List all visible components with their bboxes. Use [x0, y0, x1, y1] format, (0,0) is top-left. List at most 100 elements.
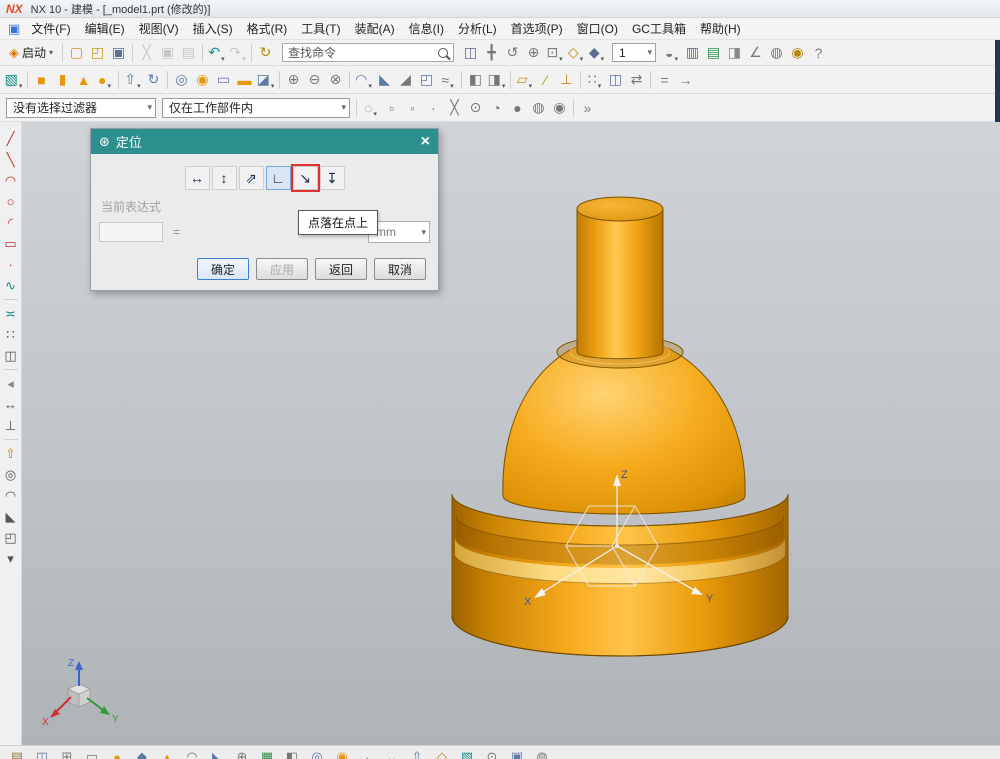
menu-edit[interactable]: 编辑(E)	[78, 18, 132, 39]
menu-format[interactable]: 格式(R)	[240, 18, 295, 39]
dock-icon[interactable]: ▭	[83, 747, 101, 759]
intersect-icon[interactable]: ⊗	[325, 69, 346, 90]
move-object-icon[interactable]: ⇄	[626, 69, 647, 90]
menu-view[interactable]: 视图(V)	[132, 18, 186, 39]
edge-blend-icon[interactable]: ◠ ▾	[353, 69, 374, 90]
search-input[interactable]: 查找命令	[288, 44, 336, 61]
rotate-view-icon[interactable]: ↺	[502, 42, 523, 63]
boss-icon[interactable]: ◉	[192, 69, 213, 90]
start-button[interactable]: ◈ 启动 ▾	[3, 44, 59, 61]
hole-shortcut-icon[interactable]: ◎	[1, 464, 21, 485]
chamfer-shortcut-icon[interactable]: ◣	[1, 506, 21, 527]
model-base-cylinder[interactable]	[451, 493, 789, 657]
dock-icon[interactable]: ▣	[508, 747, 526, 759]
extrude-icon[interactable]: ⇧ ▾	[122, 69, 143, 90]
intersection-point-icon[interactable]: ╳	[444, 97, 465, 118]
sphere-icon[interactable]: ● ▾	[94, 69, 115, 91]
constraint-icon[interactable]: ⊥	[1, 415, 21, 436]
point-on-curve-icon[interactable]: ◍	[528, 97, 549, 118]
dock-icon[interactable]: ⊞	[58, 747, 76, 759]
new-file-icon[interactable]: ▢	[66, 42, 87, 63]
selection-icon[interactable]: ◉	[787, 42, 808, 63]
pattern-curve-icon[interactable]: ∷	[1, 324, 21, 345]
pocket-icon[interactable]: ▭	[213, 69, 234, 90]
spline-icon[interactable]: ∿	[1, 275, 21, 296]
menu-window[interactable]: 窗口(O)	[570, 18, 625, 39]
point-on-point-button[interactable]: ↘	[292, 166, 318, 190]
menu-file[interactable]: 文件(F)	[24, 18, 77, 39]
emboss-icon[interactable]: ◪ ▾	[255, 69, 276, 90]
show-hide-icon[interactable]: ◒ ▾	[661, 42, 682, 64]
trim-body-icon[interactable]: ◧	[465, 69, 486, 90]
pad-icon[interactable]: ▬	[234, 69, 255, 90]
subtract-icon[interactable]: ⊖	[304, 69, 325, 90]
expression-icon[interactable]: =	[654, 69, 675, 90]
pattern-feature-icon[interactable]: ∷ ▾	[584, 69, 605, 90]
window-icon[interactable]: ▥	[682, 42, 703, 63]
touch-mode-icon[interactable]: ◫	[460, 42, 481, 63]
dock-icon[interactable]: ◉	[333, 747, 351, 759]
horizontal-button[interactable]: ↔	[184, 166, 210, 190]
window-menu-icon[interactable]: ▣	[8, 21, 20, 37]
existing-point-icon[interactable]: ●	[507, 97, 528, 118]
type-filter-combo[interactable]: 没有选择过滤器 ▾	[6, 97, 156, 118]
shell-icon[interactable]: ◰	[416, 69, 437, 90]
sketch-icon[interactable]: ▧ ▾	[3, 69, 24, 90]
dock-icon[interactable]: ⊙	[483, 747, 501, 759]
dock-icon[interactable]: ⊕	[233, 747, 251, 759]
dock-icon[interactable]: ▤	[8, 747, 26, 759]
cancel-button[interactable]: 取消	[374, 258, 426, 280]
model-dome[interactable]	[502, 335, 746, 515]
menu-assemblies[interactable]: 装配(A)	[348, 18, 402, 39]
menu-insert[interactable]: 插入(S)	[186, 18, 240, 39]
collapse-icon[interactable]: ◂	[1, 373, 21, 394]
dock-icon[interactable]: ◍	[533, 747, 551, 759]
paste-icon[interactable]: ▤	[178, 42, 199, 63]
block-icon[interactable]: ■	[31, 69, 52, 90]
revolve-icon[interactable]: ↻	[143, 69, 164, 90]
open-icon[interactable]: ◰	[87, 42, 108, 63]
zoom-icon[interactable]: ⊕	[523, 42, 544, 63]
dock-icon[interactable]: ◧	[283, 747, 301, 759]
menu-preferences[interactable]: 首选项(P)	[504, 18, 570, 39]
line-icon[interactable]: ╲	[1, 149, 21, 170]
control-point-icon[interactable]: ∙	[423, 97, 444, 118]
menu-information[interactable]: 信息(I)	[402, 18, 451, 39]
fillet-icon[interactable]: ◜	[1, 212, 21, 233]
datum-csys-icon[interactable]: ⊥	[556, 69, 577, 90]
mirror-curve-icon[interactable]: ◫	[1, 345, 21, 366]
split-body-icon[interactable]: ◨ ▾	[486, 69, 507, 90]
measure-icon[interactable]: ∠	[745, 42, 766, 63]
apply-button[interactable]: 应用	[256, 258, 308, 280]
dock-icon[interactable]: ●	[108, 747, 126, 759]
chamfer-icon[interactable]: ◣	[374, 69, 395, 90]
back-button[interactable]: 返回	[315, 258, 367, 280]
thread-icon[interactable]: ≈ ▾	[437, 69, 458, 91]
view-section-icon[interactable]: ◨	[724, 42, 745, 63]
menu-tools[interactable]: 工具(T)	[294, 18, 347, 39]
fit-view-icon[interactable]: ⊡ ▾	[544, 42, 565, 63]
mid-point-icon[interactable]: ◦	[402, 97, 423, 118]
graphics-window[interactable]: Z X Y Z X Y ⊛ 定位 × ↔ ↕ ⇗ ∟ ↘ ↧ 当前表达式 = m…	[22, 122, 1000, 745]
ok-button[interactable]: 确定	[197, 258, 249, 280]
rendering-style-icon[interactable]: ◆ ▾	[586, 42, 607, 63]
menu-analysis[interactable]: 分析(L)	[451, 18, 504, 39]
end-point-icon[interactable]: ▫	[381, 97, 402, 118]
selection-priority-combo[interactable]: 1 ▾	[612, 43, 657, 62]
dock-icon[interactable]: ◎	[308, 747, 326, 759]
quadrant-point-icon[interactable]: ◔	[486, 97, 507, 118]
snap-point-icon[interactable]: ◌ ▾	[360, 97, 381, 119]
hole-icon[interactable]: ◎	[171, 69, 192, 90]
dock-icon[interactable]: ◣	[208, 747, 226, 759]
orient-view-icon[interactable]: ◇ ▾	[565, 42, 586, 63]
copy-icon[interactable]: ▣	[157, 42, 178, 63]
circle-icon[interactable]: ○	[1, 191, 21, 212]
offset-curve-icon[interactable]: ≍	[1, 303, 21, 324]
arc-center-icon[interactable]: ⊙	[465, 97, 486, 118]
cone-icon[interactable]: ▲	[73, 69, 94, 90]
dimension-icon[interactable]: ↔	[1, 394, 21, 415]
expression-input[interactable]	[99, 222, 163, 242]
save-icon[interactable]: ▣	[108, 42, 129, 63]
unite-icon[interactable]: ⊕	[283, 69, 304, 90]
pan-icon[interactable]: ╋	[481, 42, 502, 63]
